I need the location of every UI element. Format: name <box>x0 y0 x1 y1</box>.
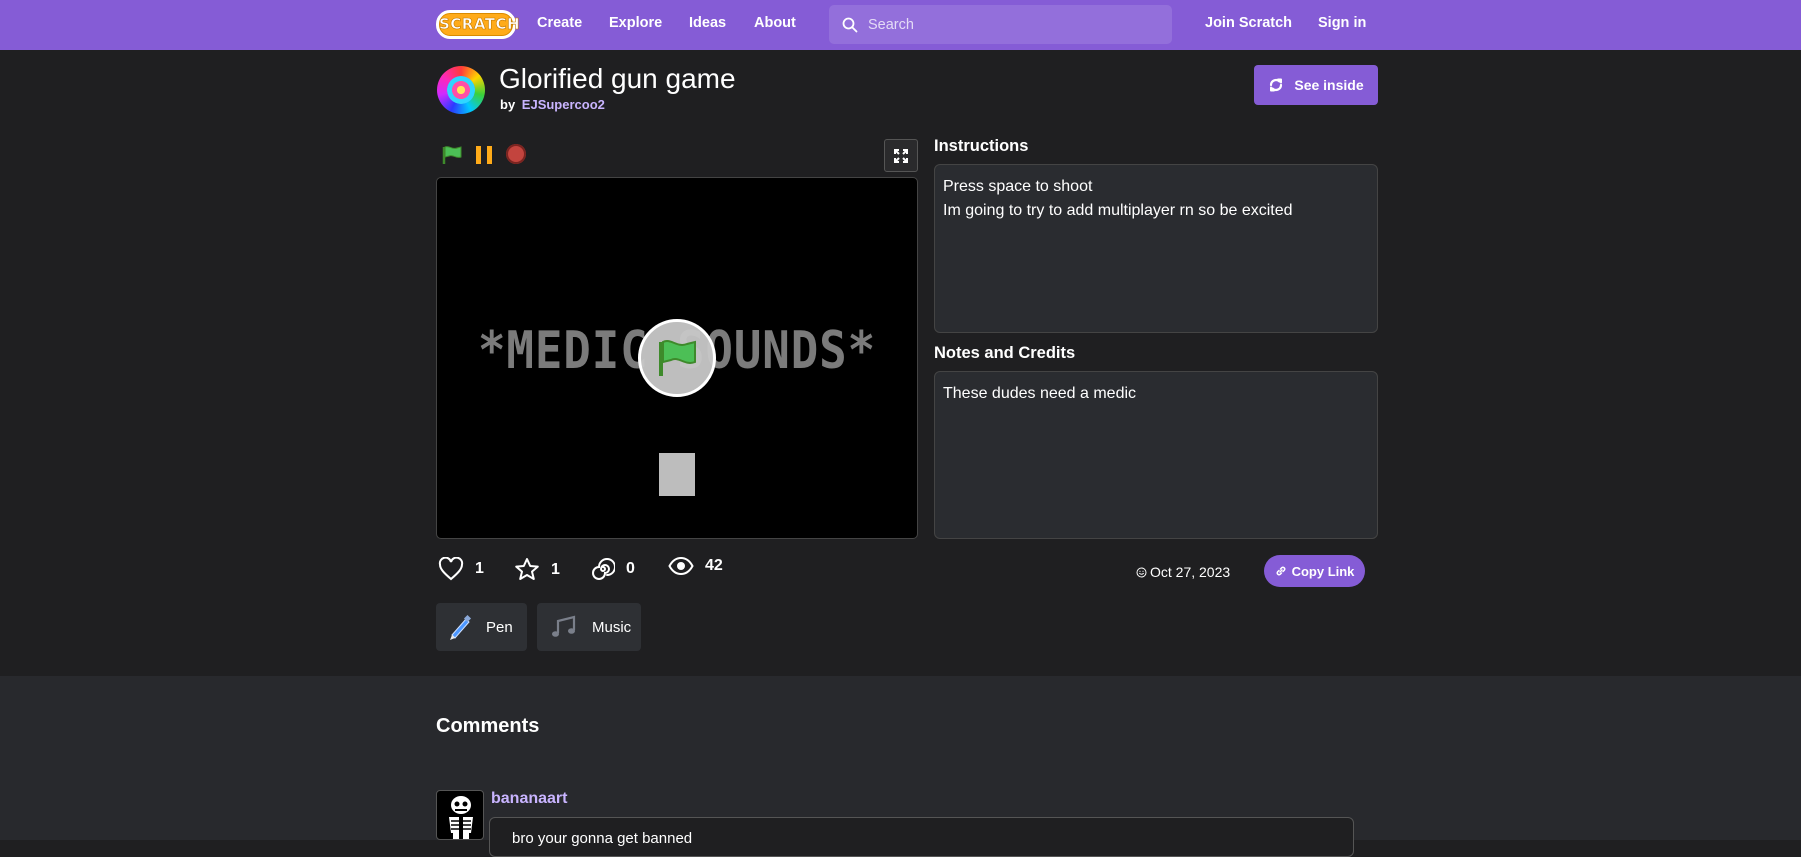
remix-stat: 0 <box>591 557 635 581</box>
author-link[interactable]: EJSupercoo2 <box>522 97 605 112</box>
nav-about[interactable]: About <box>754 15 796 31</box>
by-label: by <box>500 97 516 112</box>
fullscreen-icon <box>894 148 908 163</box>
music-notes-icon <box>552 615 576 637</box>
eye-icon <box>668 557 694 575</box>
project-stage[interactable]: *MEDIC SOUNDS* <box>436 177 918 539</box>
smiley-icon <box>1136 567 1147 577</box>
search-icon <box>842 17 858 33</box>
notes-box: These dudes need a medic <box>934 371 1378 539</box>
music-tag-label: Music <box>592 618 632 636</box>
project-title: Glorified gun game <box>499 63 736 94</box>
commenter-avatar[interactable] <box>436 790 484 840</box>
extension-tag-pen: Pen <box>436 603 527 651</box>
link-icon <box>1276 566 1286 576</box>
stage-sprite-block <box>659 453 695 496</box>
notes-label: Notes and Credits <box>934 344 1076 362</box>
copy-link-button[interactable]: Copy Link <box>1264 555 1365 587</box>
comment-username[interactable]: bananaart <box>491 790 567 808</box>
green-flag-icon[interactable] <box>441 145 463 165</box>
share-date: Oct 27, 2023 <box>1136 564 1230 580</box>
remix-arrows-icon <box>1270 78 1283 92</box>
pen-tag-label: Pen <box>486 618 513 636</box>
remix-swirl-icon <box>592 558 615 580</box>
comment-text: bro your gonna get banned <box>512 830 693 847</box>
instructions-box: Press space to shoot Im going to try to … <box>934 164 1378 333</box>
nav-create[interactable]: Create <box>537 15 582 31</box>
see-inside-label: See inside <box>1294 77 1364 93</box>
logo-text: SCRATCH <box>439 15 521 34</box>
see-inside-button[interactable]: See inside <box>1254 65 1378 105</box>
search-box[interactable] <box>829 5 1172 44</box>
favorite-count: 1 <box>551 560 560 578</box>
pen-icon <box>450 614 472 640</box>
by-line: by EJSupercoo2 <box>500 97 605 112</box>
star-icon <box>515 558 539 580</box>
join-scratch-link[interactable]: Join Scratch <box>1205 15 1292 31</box>
extension-tag-music: Music <box>537 603 641 651</box>
favorite-stat[interactable]: 1 <box>514 557 560 582</box>
date-text: Oct 27, 2023 <box>1150 564 1231 580</box>
top-nav: SCRATCH Create Explore Ideas About Join … <box>0 0 1801 50</box>
stop-icon[interactable] <box>506 144 526 164</box>
notes-text: These dudes need a medic <box>943 385 1137 402</box>
comments-section <box>0 676 1801 840</box>
scratch-logo[interactable]: SCRATCH <box>436 10 521 39</box>
nav-explore[interactable]: Explore <box>609 15 662 31</box>
heart-icon <box>438 557 464 581</box>
instructions-label: Instructions <box>934 137 1029 155</box>
fullscreen-button[interactable] <box>884 139 918 172</box>
sign-in-link[interactable]: Sign in <box>1318 15 1366 31</box>
comments-title: Comments <box>436 715 540 737</box>
remix-count: 0 <box>626 560 635 577</box>
skeleton-avatar-icon <box>449 796 473 839</box>
instructions-line: Im going to try to add multiplayer rn so… <box>943 202 1293 219</box>
author-avatar[interactable] <box>437 66 485 114</box>
view-count: 42 <box>705 557 723 574</box>
copy-link-label: Copy Link <box>1291 563 1355 579</box>
comment-bubble: bro your gonna get banned <box>489 817 1354 857</box>
green-flag-icon <box>659 340 696 376</box>
nav-ideas[interactable]: Ideas <box>689 15 726 31</box>
love-stat[interactable]: 1 <box>438 557 484 581</box>
stage-green-flag-button[interactable] <box>638 319 716 397</box>
view-stat: 42 <box>668 557 723 575</box>
search-input[interactable] <box>868 5 1158 44</box>
love-count: 1 <box>475 560 484 577</box>
pause-icon[interactable] <box>474 145 496 165</box>
instructions-line: Press space to shoot <box>943 178 1093 195</box>
